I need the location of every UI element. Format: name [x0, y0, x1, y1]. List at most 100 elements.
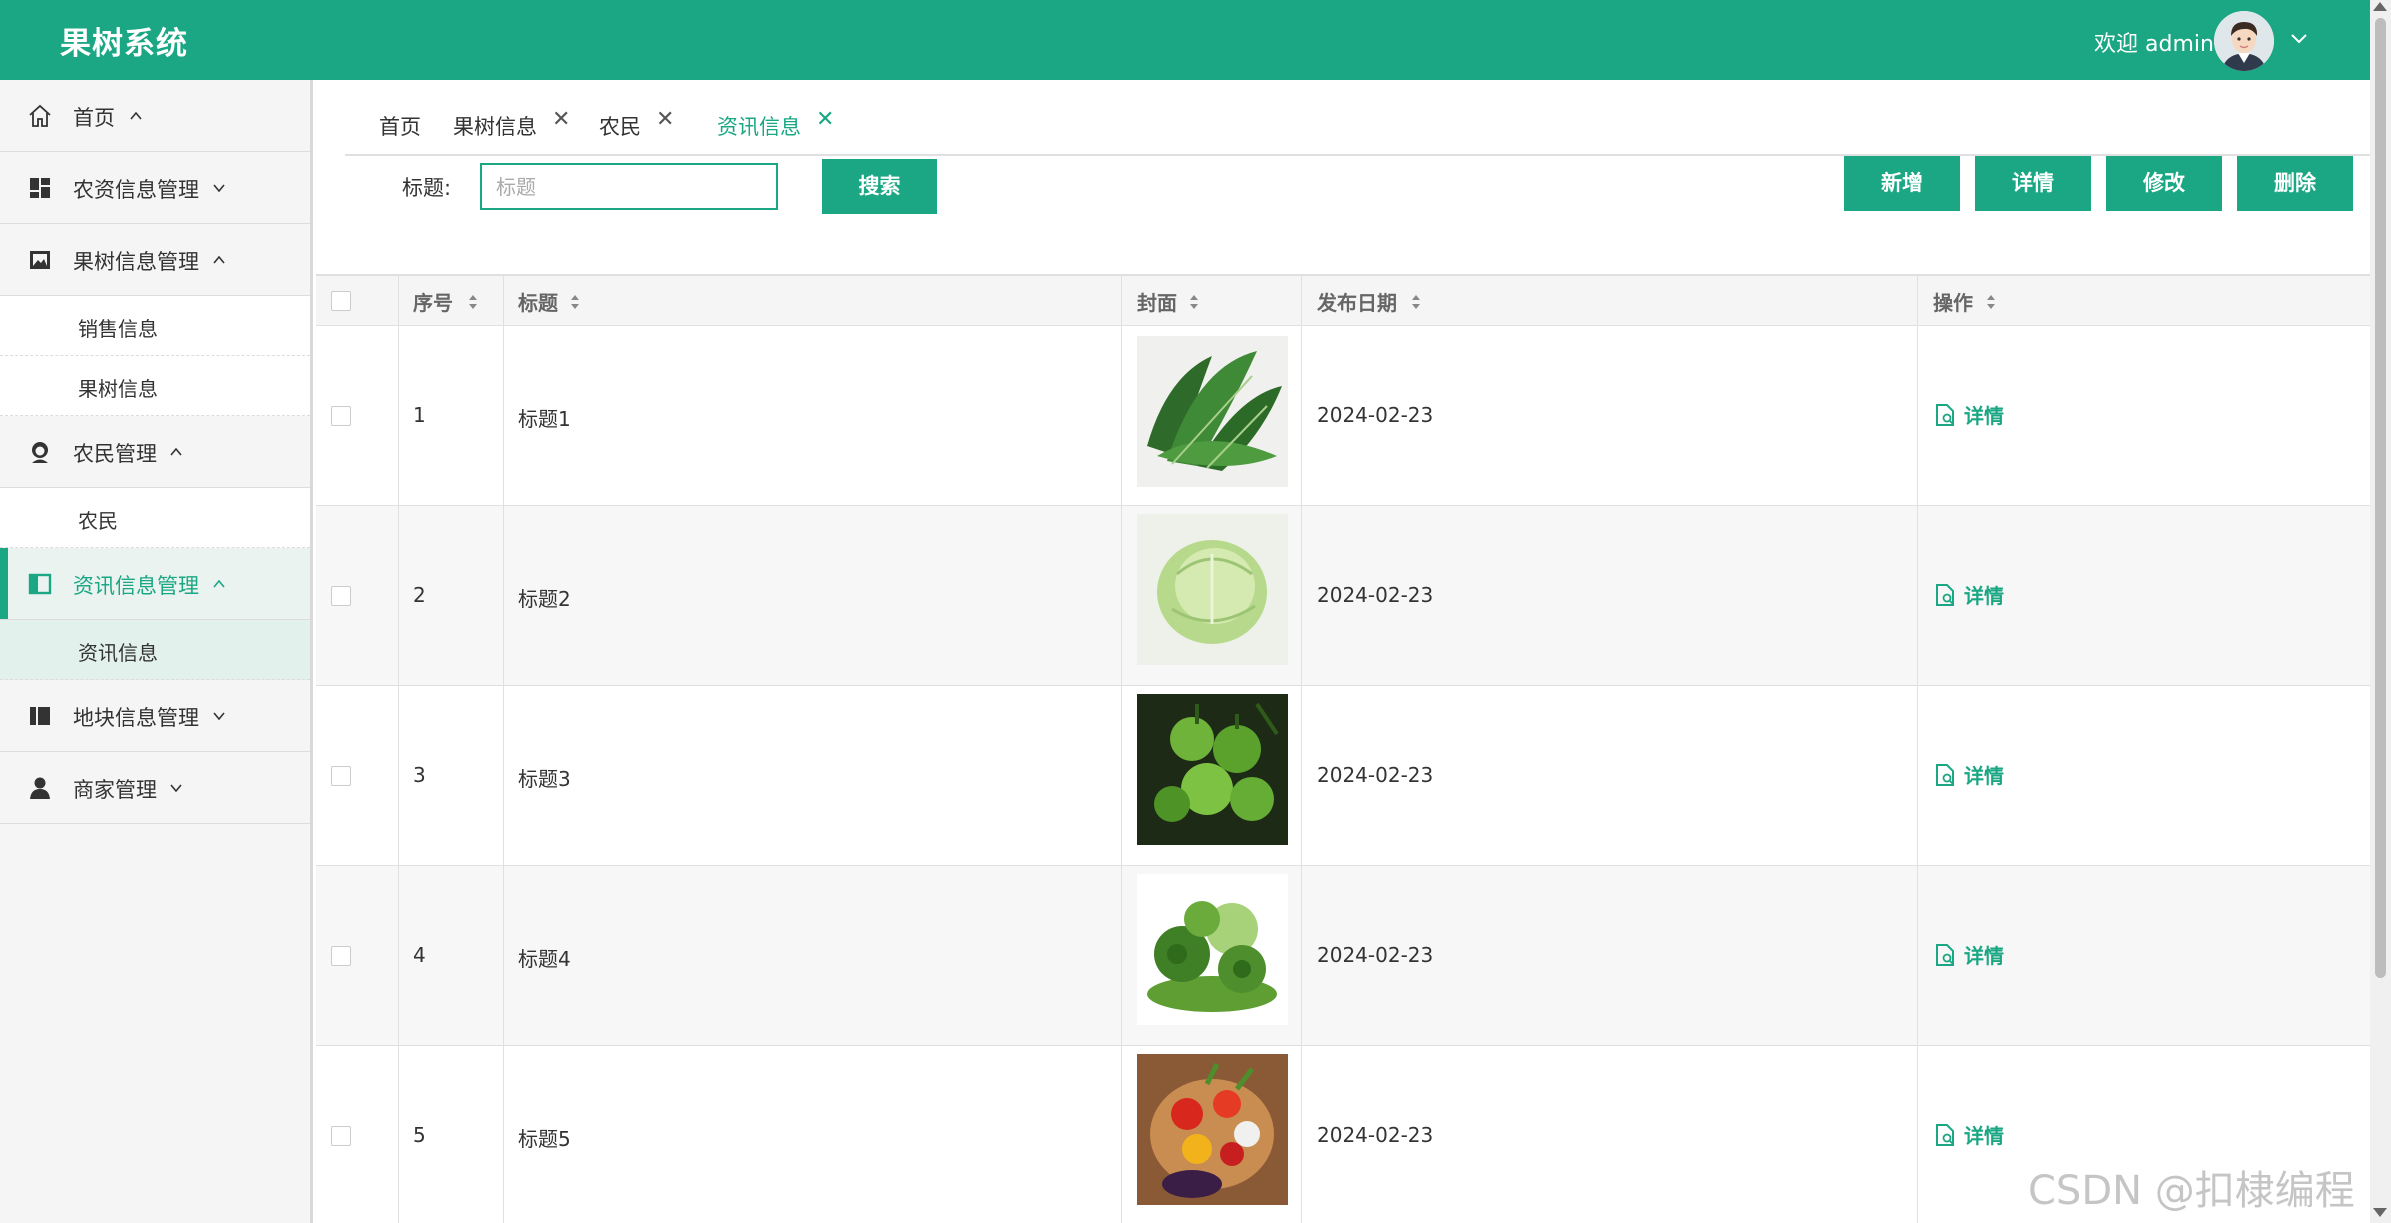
farmer-icon — [32, 442, 48, 463]
row-detail-link[interactable]: 详情 — [1934, 940, 2004, 969]
tab-farmer[interactable]: 农民 — [599, 111, 641, 141]
sidebar-item-label: 农民管理 — [73, 442, 157, 466]
sort-icon[interactable] — [1187, 292, 1201, 312]
column-header-index[interactable]: 序号 — [413, 287, 453, 316]
table-row[interactable]: 2 标题2 2024-02-23 详情 — [316, 506, 2370, 686]
scroll-up-arrow-icon[interactable] — [2373, 2, 2387, 11]
sidebar-subitem-label: 销售信息 — [78, 317, 158, 341]
cover-image-vegetable-pile — [1137, 874, 1288, 1025]
sidebar-subitem-sales[interactable]: 销售信息 — [0, 296, 310, 356]
sidebar-item-merchants[interactable]: 商家管理 — [0, 752, 310, 824]
select-all-checkbox[interactable] — [331, 291, 351, 311]
close-icon[interactable]: ✕ — [816, 107, 834, 132]
cover-image-green-tomatoes — [1137, 694, 1288, 845]
sidebar-subitem-news-info[interactable]: 资讯信息 — [0, 620, 310, 680]
sidebar-subitem-fruit-tree-info[interactable]: 果树信息 — [0, 356, 310, 416]
table-row[interactable]: 3 标题3 2024-02-23 详情 — [316, 686, 2370, 866]
edit-button[interactable]: 修改 — [2106, 156, 2222, 211]
sidebar-item-fruit-tree[interactable]: 果树信息管理 — [0, 224, 310, 296]
app-title: 果树系统 — [60, 26, 188, 62]
column-header-title[interactable]: 标题 — [518, 287, 558, 316]
scroll-down-arrow-icon[interactable] — [2373, 1208, 2387, 1217]
sidebar-item-agri-supplies[interactable]: 农资信息管理 — [0, 152, 310, 224]
column-divider — [1917, 276, 1918, 1223]
sidebar-item-label: 商家管理 — [73, 778, 157, 802]
document-icon — [1936, 1123, 1954, 1146]
row-checkbox[interactable] — [331, 586, 351, 606]
column-header-actions[interactable]: 操作 — [1933, 287, 1973, 316]
sidebar-item-label: 地块信息管理 — [73, 706, 199, 730]
chevron-down-icon — [170, 784, 182, 793]
tab-bar: 首页 果树信息 ✕ 农民 ✕ 资讯信息 ✕ — [345, 91, 2370, 156]
sidebar-item-farmers[interactable]: 农民管理 — [0, 416, 310, 488]
tab-news-info[interactable]: 资讯信息 — [717, 111, 801, 141]
column-header-cover[interactable]: 封面 — [1137, 287, 1177, 316]
sidebar-item-label: 果树信息管理 — [73, 250, 199, 274]
row-detail-link[interactable]: 详情 — [1934, 1120, 2004, 1149]
sidebar-subitem-label: 资讯信息 — [78, 641, 158, 665]
row-checkbox[interactable] — [331, 1126, 351, 1146]
chevron-down-icon — [213, 184, 225, 193]
row-detail-label: 详情 — [1964, 764, 2004, 788]
sidebar-subitem-label: 农民 — [78, 509, 118, 533]
search-button[interactable]: 搜索 — [822, 159, 937, 214]
chevron-up-icon — [213, 579, 225, 588]
sidebar-item-label: 资讯信息管理 — [73, 574, 199, 598]
sidebar-item-land[interactable]: 地块信息管理 — [0, 680, 310, 752]
detail-button[interactable]: 详情 — [1975, 156, 2091, 211]
row-checkbox[interactable] — [331, 766, 351, 786]
cell-index: 5 — [413, 1123, 426, 1147]
sort-icon[interactable] — [466, 292, 480, 312]
scrollbar-thumb[interactable] — [2375, 18, 2386, 978]
sort-icon[interactable] — [1984, 292, 1998, 312]
cell-date: 2024-02-23 — [1317, 583, 1434, 607]
chevron-up-icon — [130, 111, 142, 120]
cell-title: 标题3 — [518, 767, 571, 791]
row-detail-link[interactable]: 详情 — [1934, 400, 2004, 429]
sort-icon[interactable] — [568, 292, 582, 312]
table-row[interactable]: 1 标题1 2024-02-23 详情 — [316, 326, 2370, 506]
cell-index: 4 — [413, 943, 426, 967]
column-header-date[interactable]: 发布日期 — [1317, 287, 1397, 316]
chevron-down-icon[interactable] — [2287, 26, 2311, 50]
row-detail-link[interactable]: 详情 — [1934, 580, 2004, 609]
data-table: 序号 标题 封面 发布日期 操作 1 标题1 2024-02-23 详情 2 标… — [316, 274, 2370, 1223]
cell-date: 2024-02-23 — [1317, 763, 1434, 787]
user-icon — [30, 777, 50, 799]
cell-index: 2 — [413, 583, 426, 607]
sidebar-item-news[interactable]: 资讯信息管理 — [0, 548, 310, 620]
close-icon[interactable]: ✕ — [552, 107, 570, 132]
sidebar-item-label: 首页 — [73, 106, 115, 130]
row-detail-link[interactable]: 详情 — [1934, 760, 2004, 789]
add-button[interactable]: 新增 — [1844, 156, 1960, 211]
sort-icon[interactable] — [1409, 292, 1423, 312]
document-icon — [1936, 763, 1954, 786]
row-checkbox[interactable] — [331, 946, 351, 966]
column-icon — [30, 707, 50, 725]
top-header: 果树系统 欢迎 admin — [0, 0, 2391, 80]
image-frame-icon — [30, 251, 50, 269]
chevron-up-icon — [170, 447, 182, 456]
sidebar-subitem-farmer[interactable]: 农民 — [0, 488, 310, 548]
row-detail-label: 详情 — [1964, 944, 2004, 968]
delete-button[interactable]: 删除 — [2237, 156, 2353, 211]
vertical-scrollbar[interactable] — [2370, 0, 2391, 1223]
close-icon[interactable]: ✕ — [656, 107, 674, 132]
sidebar-item-home[interactable]: 首页 — [0, 80, 310, 152]
cell-title: 标题4 — [518, 947, 571, 971]
document-icon — [1936, 943, 1954, 966]
column-divider — [1301, 276, 1302, 1223]
row-checkbox[interactable] — [331, 406, 351, 426]
cell-title: 标题1 — [518, 407, 571, 431]
table-row[interactable]: 4 标题4 2024-02-23 详情 — [316, 866, 2370, 1046]
search-input[interactable] — [480, 163, 778, 210]
cell-date: 2024-02-23 — [1317, 1123, 1434, 1147]
tab-home[interactable]: 首页 — [379, 111, 421, 141]
row-detail-label: 详情 — [1964, 584, 2004, 608]
table-header: 序号 标题 封面 发布日期 操作 — [316, 276, 2370, 326]
cell-title: 标题2 — [518, 587, 571, 611]
tab-fruit-tree-info[interactable]: 果树信息 — [453, 111, 537, 141]
cover-image-cabbage — [1137, 514, 1288, 665]
cover-image-leafy-greens — [1137, 336, 1288, 487]
avatar[interactable] — [2214, 11, 2274, 71]
